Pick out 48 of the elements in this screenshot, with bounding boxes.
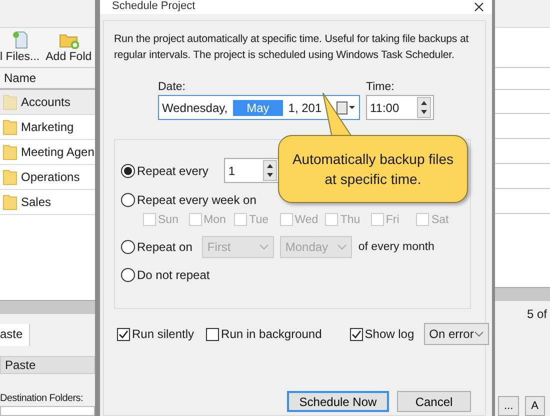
time-field[interactable]: 11:00	[366, 95, 434, 120]
spin-arrows-icon[interactable]	[263, 160, 278, 181]
toolbar-button[interactable]: Add Fold	[46, 33, 92, 63]
action-button[interactable]: ...	[498, 396, 520, 416]
folder-icon	[3, 169, 17, 185]
callout-tooltip: Automatically backup files at specific time.	[278, 135, 468, 203]
checkbox[interactable]	[206, 328, 220, 340]
chevron-down-icon	[259, 244, 270, 250]
time-label: Time:	[366, 81, 396, 93]
destination-label: Destination Folders:	[0, 393, 83, 404]
folder-icon	[3, 119, 17, 135]
option-checkbox[interactable]: Show log	[350, 327, 414, 341]
tab[interactable]: aste	[0, 324, 30, 346]
description-text: Run the project automatically at specific time. Useful for taking file backups at regular intervals. The project is scheduled using Windows Task Scheduler.	[114, 32, 470, 63]
checkbox[interactable]	[350, 328, 363, 340]
repeat-radio[interactable]: Repeat every	[121, 164, 208, 178]
folder-icon	[3, 144, 17, 160]
date-label: Date:	[158, 81, 186, 93]
folder-icon	[3, 194, 17, 210]
column-header[interactable]: Name	[0, 68, 95, 90]
interval-field[interactable]: 1	[224, 158, 280, 183]
count-label: 5 of	[526, 307, 548, 321]
suffix-label: of every month	[358, 241, 434, 253]
option-checkbox[interactable]: Run in background	[206, 327, 322, 341]
action-button[interactable]: A	[525, 396, 545, 416]
folder-add-icon	[58, 33, 79, 49]
repeat-radio[interactable]: Do not repeat	[121, 268, 210, 282]
checkbox[interactable]	[117, 328, 130, 340]
folder-icon	[3, 94, 17, 110]
option-checkbox[interactable]: Run silently	[117, 327, 194, 341]
toolbar-button[interactable]: l Files...	[0, 31, 40, 63]
window-title: Schedule Project	[112, 0, 196, 13]
dialog-button[interactable]: Cancel	[397, 391, 471, 412]
repeat-radio[interactable]: Repeat every week on	[121, 193, 256, 207]
date-picker[interactable]: Wednesday, May 1, 201	[158, 95, 360, 120]
splitter-bar[interactable]	[0, 300, 95, 314]
chevron-down-icon	[474, 331, 484, 337]
calendar-dropdown-icon[interactable]	[336, 100, 356, 114]
spin-arrows-icon[interactable]	[417, 97, 431, 118]
destination-field[interactable]	[0, 406, 95, 416]
chevron-down-icon	[337, 244, 348, 250]
close-button[interactable]	[474, 2, 484, 12]
file-add-icon	[12, 31, 28, 49]
dialog-button[interactable]: Schedule Now	[287, 391, 389, 412]
paste-field[interactable]: Paste	[0, 356, 95, 374]
log-select[interactable]: On error	[424, 323, 489, 345]
splitter-bar[interactable]	[495, 287, 550, 301]
folder-row[interactable]: Accounts	[0, 90, 95, 115]
